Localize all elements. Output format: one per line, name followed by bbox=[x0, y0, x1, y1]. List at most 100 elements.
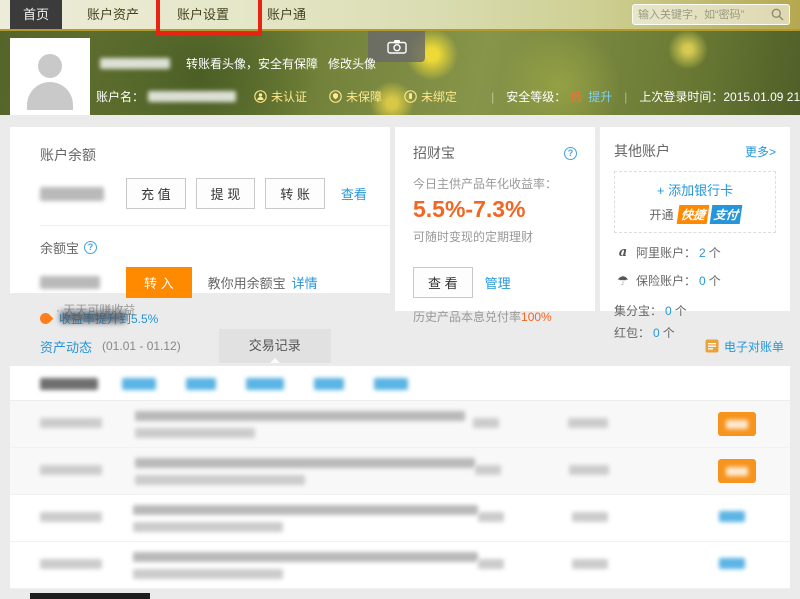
blurred-amount bbox=[478, 559, 505, 569]
table-row[interactable] bbox=[10, 495, 790, 542]
nav-tab-settings[interactable]: 账户设置 bbox=[164, 0, 242, 29]
unit: 个 bbox=[708, 274, 721, 288]
zhaocaibao-title: 招财宝 bbox=[413, 145, 455, 161]
yuebao-promo-row: 收益率提升到5.5% bbox=[37, 310, 390, 327]
quick-pay-row[interactable]: 开通 快捷 支付 bbox=[619, 205, 771, 224]
statement-doc-icon bbox=[705, 339, 719, 353]
blurred-filter-link[interactable] bbox=[186, 378, 216, 390]
zhaocaibao-view-button[interactable]: 查 看 bbox=[413, 267, 473, 298]
blurred-date bbox=[40, 418, 102, 428]
jifenbao-count[interactable]: 0 bbox=[665, 304, 672, 318]
search-input[interactable] bbox=[638, 8, 771, 21]
edit-avatar-link[interactable]: 修改头像 bbox=[328, 55, 376, 72]
badge-label: 未绑定 bbox=[421, 90, 458, 104]
blurred-status bbox=[568, 418, 608, 428]
account-info-row: 账户名： 未认证 未保障 未绑定 | 安全等级： 低 提升 | 上次登录时间： … bbox=[96, 88, 800, 105]
rate-desc: 可随时变现的定期理财 bbox=[413, 230, 534, 244]
ali-account-count[interactable]: 2 bbox=[699, 246, 706, 260]
ali-account-item: a 阿里账户： 2 个 bbox=[614, 244, 776, 261]
transfer-in-button[interactable]: 转 入 bbox=[126, 267, 192, 298]
balance-column: 账户余额 充 值 提 现 转 账 查看 余额宝 转 入 bbox=[10, 127, 390, 327]
blurred-date bbox=[40, 559, 102, 569]
blurred-date bbox=[40, 512, 102, 522]
table-row[interactable] bbox=[10, 401, 790, 448]
blurred-overlay bbox=[60, 311, 126, 323]
history-value: 100% bbox=[521, 310, 552, 324]
nav-tab-assets[interactable]: 账户资产 bbox=[74, 0, 152, 29]
blurred-desc bbox=[133, 521, 284, 532]
blurred-filter-link[interactable] bbox=[246, 378, 284, 390]
change-avatar-camera-button[interactable] bbox=[368, 31, 425, 62]
blurred-status bbox=[569, 465, 610, 475]
security-level-label: 安全等级： bbox=[506, 90, 567, 104]
recharge-button[interactable]: 充 值 bbox=[126, 178, 186, 209]
help-icon[interactable] bbox=[564, 146, 577, 160]
separator: | bbox=[491, 89, 495, 104]
withdraw-button[interactable]: 提 现 bbox=[195, 178, 256, 209]
blurred-desc bbox=[133, 551, 479, 562]
zhaocaibao-title-row: 招财宝 bbox=[413, 143, 577, 163]
add-bank-card-link[interactable]: + 添加银行卡 bbox=[619, 180, 771, 199]
summary-cards-row: 账户余额 充 值 提 现 转 账 查看 余额宝 转 入 bbox=[10, 127, 790, 340]
quickpay-logo-part2: 支付 bbox=[709, 205, 742, 224]
insurance-account-label: 保险账户： bbox=[636, 274, 697, 288]
blurred-row-link[interactable] bbox=[719, 558, 746, 569]
separator: | bbox=[624, 89, 628, 104]
badge-not-verified[interactable]: 未认证 bbox=[254, 88, 307, 105]
asset-activity-link[interactable]: 资产动态 bbox=[40, 337, 92, 356]
blurred-filter-link[interactable] bbox=[314, 378, 344, 390]
other-accounts-card: 其他账户 更多> + 添加银行卡 开通 快捷 支付 a 阿里账户： 2 个 ☂ … bbox=[600, 127, 790, 340]
e-statement-link[interactable]: 电子对账单 bbox=[724, 338, 784, 355]
table-row[interactable] bbox=[10, 448, 790, 495]
quickpay-logo-part1: 快捷 bbox=[677, 205, 710, 224]
blurred-date bbox=[40, 465, 102, 475]
insurance-account-count[interactable]: 0 bbox=[699, 274, 706, 288]
ali-icon: a bbox=[618, 245, 628, 260]
view-balance-link[interactable]: 查看 bbox=[341, 184, 367, 203]
badge-not-bound[interactable]: 未绑定 bbox=[404, 88, 457, 105]
more-link[interactable]: 更多> bbox=[745, 143, 776, 160]
nav-tab-home[interactable]: 首页 bbox=[10, 0, 63, 29]
tab-trade-records[interactable]: 交易记录 bbox=[218, 329, 331, 363]
row-action-button[interactable] bbox=[718, 412, 756, 436]
blurred-filter-link[interactable] bbox=[374, 378, 408, 390]
security-level-value: 低 bbox=[570, 90, 583, 104]
blurred-desc bbox=[135, 410, 465, 421]
blurred-status bbox=[571, 559, 608, 569]
blurred-button-label bbox=[726, 466, 749, 476]
history-label: 历史产品本息兑付率 bbox=[413, 310, 522, 324]
user-circle-icon bbox=[254, 90, 267, 103]
add-bank-card-box: + 添加银行卡 开通 快捷 支付 bbox=[614, 171, 776, 233]
nav-tab-zhanghutong[interactable]: 账户通 bbox=[254, 0, 319, 29]
yuebao-teach-text: 教你用余额宝 bbox=[207, 276, 286, 291]
account-banner: 转账看头像，安全有保障 修改头像 账户名： 未认证 未保障 未绑定 | 安全等级… bbox=[0, 31, 800, 115]
security-upgrade-link[interactable]: 提升 bbox=[588, 88, 612, 105]
blurred-filter-link[interactable] bbox=[122, 378, 156, 390]
zhaocaibao-card: 招财宝 今日主供产品年化收益率： 5.5%-7.3% 可随时变现的定期理财 查 … bbox=[395, 127, 595, 324]
blurred-balance-amount bbox=[40, 186, 104, 201]
zhaocaibao-manage-link[interactable]: 管理 bbox=[485, 273, 511, 292]
umbrella-icon: ☂ bbox=[617, 272, 629, 288]
blurred-desc bbox=[133, 568, 284, 579]
avatar[interactable] bbox=[10, 38, 90, 115]
help-icon[interactable] bbox=[84, 241, 98, 254]
blurred-row-link[interactable] bbox=[719, 511, 746, 522]
unit: 个 bbox=[708, 246, 721, 260]
e-statement[interactable]: 电子对账单 bbox=[705, 338, 784, 355]
search-box[interactable] bbox=[632, 4, 790, 25]
blurred-status bbox=[571, 512, 608, 522]
table-row[interactable] bbox=[10, 542, 790, 589]
search-icon[interactable] bbox=[771, 8, 784, 21]
last-login-time: 2015.01.09 21:20:32 bbox=[723, 89, 800, 104]
blurred-desc bbox=[134, 457, 475, 468]
transfer-button[interactable]: 转 账 bbox=[265, 178, 325, 209]
rocket-icon bbox=[37, 310, 54, 327]
blurred-filter-label bbox=[40, 378, 98, 390]
other-accounts-title: 其他账户 bbox=[614, 143, 670, 159]
badge-label: 未认证 bbox=[271, 90, 308, 104]
row-action-button[interactable] bbox=[718, 459, 757, 483]
activity-bar: 资产动态 (01.01 - 01.12) 交易记录 电子对账单 bbox=[10, 329, 790, 363]
blurred-desc bbox=[133, 504, 479, 515]
badge-not-insured[interactable]: 未保障 bbox=[329, 88, 382, 105]
yuebao-detail-link[interactable]: 详情 bbox=[292, 273, 318, 292]
